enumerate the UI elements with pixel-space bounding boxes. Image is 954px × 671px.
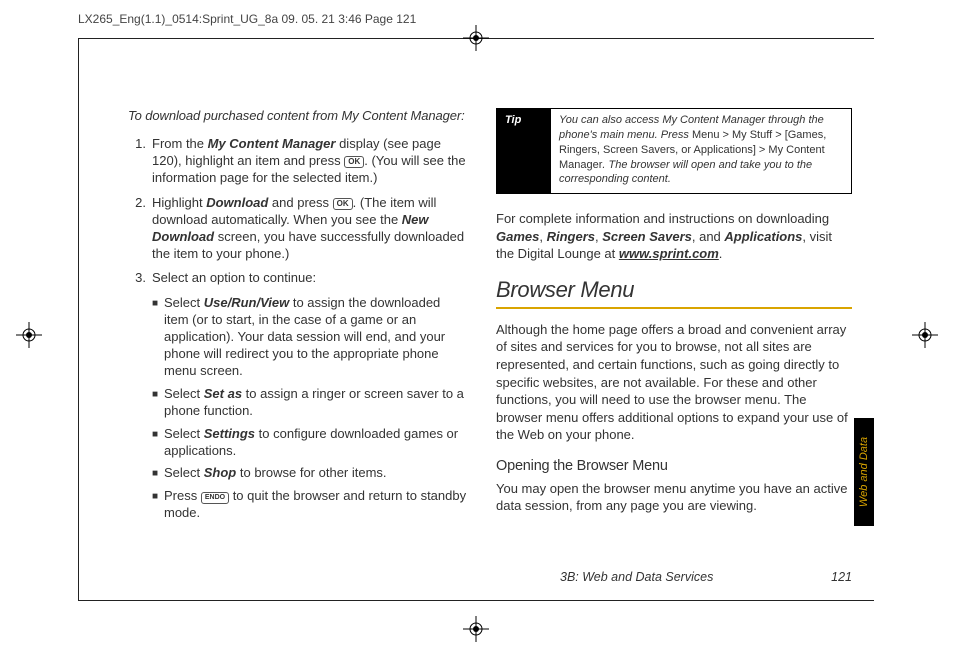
- bullet-use-run-view: ■ Select Use/Run/View to assign the down…: [152, 295, 468, 379]
- registration-mark-top: [463, 25, 489, 51]
- browser-menu-paragraph: Although the home page offers a broad an…: [496, 321, 852, 444]
- bullet-icon: ■: [152, 386, 164, 420]
- bullet-shop: ■ Select Shop to browse for other items.: [152, 465, 468, 482]
- tip-label: Tip: [497, 109, 551, 193]
- step-3: 3. Select an option to continue:: [128, 270, 468, 287]
- step-2: 2. Highlight Download and press OK. (The…: [128, 195, 468, 263]
- step-number: 2.: [128, 195, 152, 263]
- ok-key-icon: OK: [333, 198, 353, 210]
- end-key-icon: ENDO: [201, 492, 229, 504]
- step-body: From the My Content Manager display (see…: [152, 136, 468, 187]
- step-body: Select an option to continue:: [152, 270, 468, 287]
- subsection-title: Opening the Browser Menu: [496, 458, 852, 474]
- bullet-icon: ■: [152, 465, 164, 482]
- right-column: Tip You can also access My Content Manag…: [496, 108, 852, 529]
- sprint-link[interactable]: www.sprint.com: [619, 246, 719, 261]
- side-tab-web-and-data: Web and Data: [854, 418, 874, 526]
- step-1: 1. From the My Content Manager display (…: [128, 136, 468, 187]
- footer-section: 3B: Web and Data Services: [560, 570, 713, 584]
- step-body: Highlight Download and press OK. (The it…: [152, 195, 468, 263]
- bullet-icon: ■: [152, 426, 164, 460]
- print-header: LX265_Eng(1.1)_0514:Sprint_UG_8a 09. 05.…: [78, 12, 416, 26]
- bullet-set-as: ■ Select Set as to assign a ringer or sc…: [152, 386, 468, 420]
- page-content: To download purchased content from My Co…: [128, 108, 852, 529]
- section-title-browser-menu: Browser Menu: [496, 277, 852, 309]
- left-column: To download purchased content from My Co…: [128, 108, 468, 529]
- download-info-paragraph: For complete information and instruction…: [496, 210, 852, 263]
- registration-mark-right: [912, 322, 938, 348]
- bullet-icon: ■: [152, 295, 164, 379]
- page-footer: 3B: Web and Data Services 121: [560, 570, 852, 584]
- intro-text: To download purchased content from My Co…: [128, 108, 468, 124]
- step-number: 1.: [128, 136, 152, 187]
- footer-page-number: 121: [831, 570, 852, 584]
- bullet-settings: ■ Select Settings to configure downloade…: [152, 426, 468, 460]
- tip-body: You can also access My Content Manager t…: [551, 109, 851, 193]
- crop-mark-bottom: [78, 600, 874, 601]
- registration-mark-left: [16, 322, 42, 348]
- bullet-end: ■ Press ENDO to quit the browser and ret…: [152, 488, 468, 522]
- crop-mark-left: [78, 38, 79, 600]
- ok-key-icon: OK: [344, 156, 364, 168]
- step-number: 3.: [128, 270, 152, 287]
- registration-mark-bottom: [463, 616, 489, 642]
- bullet-icon: ■: [152, 488, 164, 522]
- opening-browser-paragraph: You may open the browser menu anytime yo…: [496, 480, 852, 515]
- tip-box: Tip You can also access My Content Manag…: [496, 108, 852, 194]
